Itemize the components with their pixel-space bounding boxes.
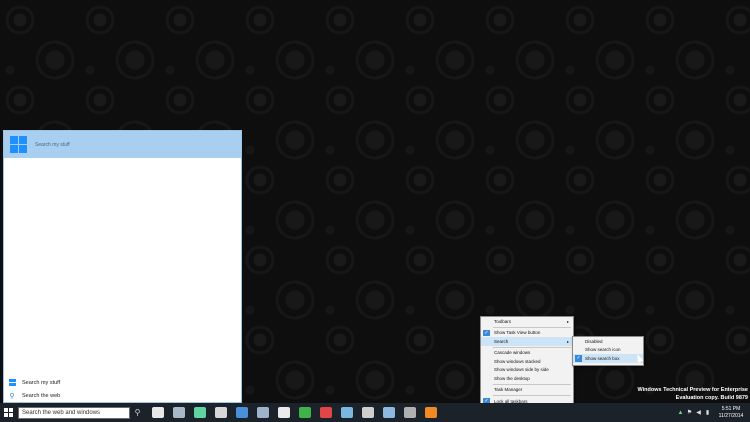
menu-item-search[interactable]: Search ▸	[481, 337, 573, 346]
watermark-line-1: Windows Technical Preview for Enterprise	[637, 387, 749, 393]
taskbar-app-network[interactable]	[168, 403, 189, 422]
microphone-icon[interactable]: ⚲	[132, 407, 143, 419]
menu-item-show-task-view-button[interactable]: ✓ Show Task View button	[481, 329, 573, 338]
network-icon	[172, 407, 185, 418]
taskbar-search-box[interactable]: Search the web and windows	[18, 406, 130, 419]
submenu-arrow-icon: ▸	[566, 338, 569, 344]
drive-icon	[361, 407, 374, 418]
taskbar-app-remote-desktop[interactable]	[231, 403, 252, 422]
taskbar-search-placeholder: Search the web and windows	[22, 409, 101, 416]
menu-item-show-the-desktop[interactable]: Show the desktop	[481, 374, 573, 383]
menu-item-show-windows-side-by-side[interactable]: Show windows side by side	[481, 366, 573, 375]
submenu-item-disabled[interactable]: Disabled	[573, 337, 643, 346]
clock[interactable]: 5:51 PM 11/27/2014	[712, 406, 750, 420]
taskbar-app-task-view[interactable]	[147, 403, 168, 422]
clock-time: 5:51 PM	[721, 405, 741, 412]
taskbar-app-app-green[interactable]	[189, 403, 210, 422]
file-explorer-icon	[214, 407, 227, 418]
taskbar-app-file-explorer[interactable]	[210, 403, 231, 422]
search-header-placeholder: Search my stuff	[35, 141, 70, 148]
action-center-icon[interactable]: ⚑	[685, 403, 694, 422]
submenu-item-show-search-box[interactable]: ✓ Show search box	[573, 354, 643, 363]
taskbar-app-paint[interactable]	[315, 403, 336, 422]
menu-item-toolbars-label: Toolbars	[494, 318, 512, 324]
search-the-web-label: Search the web	[22, 392, 61, 399]
build-watermark: Windows Technical Preview for Enterprise…	[638, 386, 749, 402]
remote-desktop-icon	[235, 407, 248, 418]
menu-item-stacked-label: Show windows stacked	[494, 358, 541, 364]
submenu-item-show-search-icon[interactable]: Show search icon	[573, 346, 643, 355]
checkmark-icon: ✓	[483, 329, 490, 336]
checkmark-icon: ✓	[575, 355, 582, 362]
watermark-line-2: Evaluation copy. Build 9879	[675, 395, 748, 401]
menu-item-toolbars[interactable]: Toolbars ▸	[481, 317, 573, 326]
taskbar-app-notepad[interactable]	[336, 403, 357, 422]
firefox-icon	[424, 407, 437, 418]
flag-icon[interactable]: ▮	[703, 403, 712, 422]
menu-separator	[493, 383, 571, 385]
search-panel: Search my stuff Search my stuff ⚲ Search…	[3, 130, 242, 403]
taskbar[interactable]: Search the web and windows ⚲ ▲ ⚑ ◀ ▮ 5:5…	[0, 403, 750, 422]
taskbar-app-drive[interactable]	[357, 403, 378, 422]
menu-item-task-manager-label: Task Manager	[494, 387, 523, 393]
start-button[interactable]	[0, 403, 16, 422]
task-view-icon	[151, 407, 164, 418]
search-my-stuff-label: Search my stuff	[22, 379, 61, 386]
search-icon: ⚲	[9, 392, 15, 400]
computer-icon	[382, 407, 395, 418]
menu-item-task-manager[interactable]: Task Manager	[481, 386, 573, 395]
monitor-icon	[256, 407, 269, 418]
clock-date: 11/27/2014	[718, 412, 744, 419]
search-submenu: Disabled Show search icon ✓ Show search …	[572, 336, 644, 366]
submenu-item-disabled-label: Disabled	[585, 338, 603, 344]
notepad-icon	[340, 407, 353, 418]
volume-icon[interactable]: ◀	[694, 403, 703, 422]
menu-item-side-by-side-label: Show windows side by side	[494, 367, 549, 373]
taskbar-context-menu: Toolbars ▸ ✓ Show Task View button Searc…	[480, 316, 574, 414]
system-tray: ▲ ⚑ ◀ ▮ 5:51 PM 11/27/2014	[676, 403, 750, 422]
taskbar-app-document[interactable]	[273, 403, 294, 422]
taskbar-app-computer[interactable]	[378, 403, 399, 422]
taskbar-app-firefox[interactable]	[420, 403, 441, 422]
menu-item-cascade-label: Cascade windows	[494, 350, 531, 356]
menu-separator	[493, 346, 571, 348]
search-the-web-item[interactable]: ⚲ Search the web	[4, 389, 241, 402]
search-results-list: Search my stuff ⚲ Search the web	[4, 376, 241, 402]
menu-item-cascade-windows[interactable]: Cascade windows	[481, 349, 573, 358]
menu-item-show-windows-stacked[interactable]: Show windows stacked	[481, 357, 573, 366]
taskbar-app-settings[interactable]	[399, 403, 420, 422]
network-icon[interactable]: ▲	[676, 403, 685, 422]
taskbar-apps	[147, 403, 441, 422]
windows-logo-icon	[3, 408, 13, 417]
search-my-stuff-item[interactable]: Search my stuff	[4, 376, 241, 389]
taskbar-app-camtasia[interactable]	[294, 403, 315, 422]
camtasia-icon	[298, 407, 311, 418]
search-header[interactable]: Search my stuff	[4, 131, 241, 158]
menu-separator	[493, 326, 571, 328]
menu-item-show-desktop-label: Show the desktop	[494, 375, 530, 381]
submenu-item-search-icon-label: Show search icon	[585, 347, 621, 353]
menu-item-show-task-view-label: Show Task View button	[494, 330, 541, 336]
document-icon	[277, 407, 290, 418]
app-green-icon	[193, 407, 206, 418]
submenu-item-search-box-label: Show search box	[585, 355, 620, 361]
menu-separator	[493, 395, 571, 396]
windows-logo-icon	[8, 379, 16, 387]
taskbar-app-monitor[interactable]	[252, 403, 273, 422]
paint-icon	[319, 407, 332, 418]
settings-icon	[403, 407, 416, 418]
menu-item-search-label: Search	[494, 338, 509, 344]
submenu-arrow-icon: ▸	[566, 318, 569, 324]
windows-logo-icon	[10, 136, 27, 153]
